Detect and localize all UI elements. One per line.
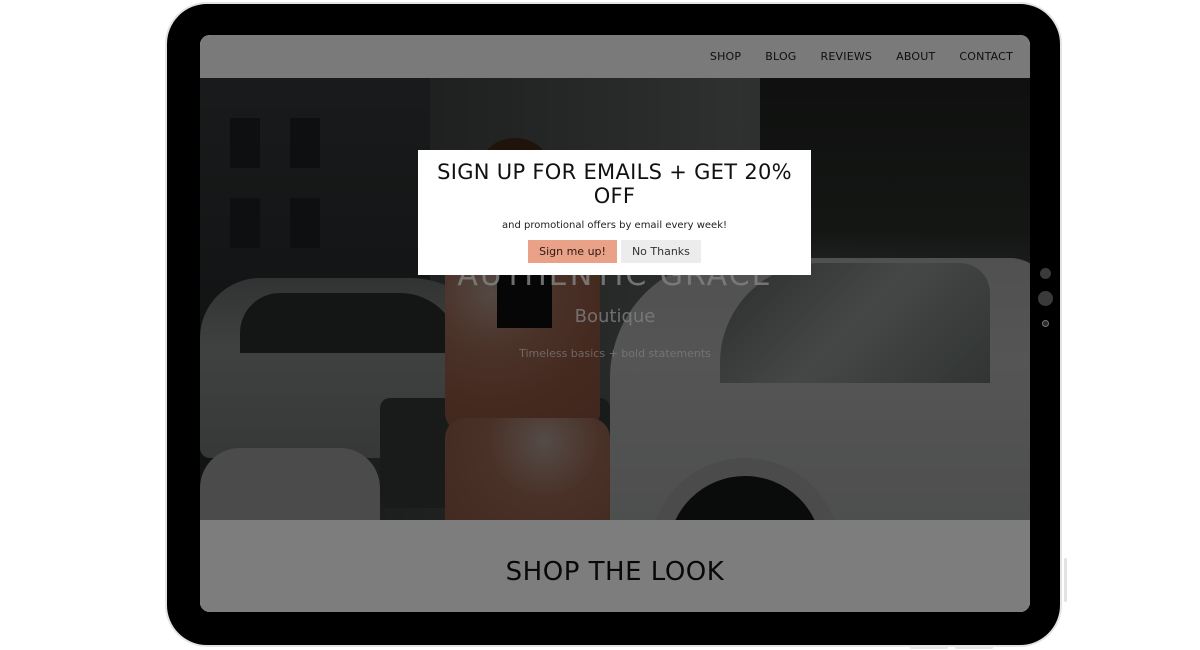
tablet-foot <box>910 646 948 649</box>
email-signup-modal: SIGN UP FOR EMAILS + GET 20% OFF and pro… <box>418 150 811 275</box>
tablet-edge-tab <box>1064 558 1067 602</box>
modal-backdrop[interactable] <box>200 35 1030 612</box>
website-screen: SHOP BLOG REVIEWS ABOUT CONTACT AUTHENTI… <box>200 35 1030 612</box>
modal-buttons: Sign me up! No Thanks <box>418 240 811 263</box>
tablet-foot <box>955 646 993 649</box>
no-thanks-button[interactable]: No Thanks <box>620 240 701 263</box>
tablet-side-button <box>1038 291 1053 306</box>
camera-icon <box>1042 320 1049 327</box>
sign-up-button[interactable]: Sign me up! <box>528 240 617 263</box>
modal-text: and promotional offers by email every we… <box>501 220 728 231</box>
modal-title: SIGN UP FOR EMAILS + GET 20% OFF <box>437 160 792 208</box>
tablet-side-button <box>1040 268 1051 279</box>
